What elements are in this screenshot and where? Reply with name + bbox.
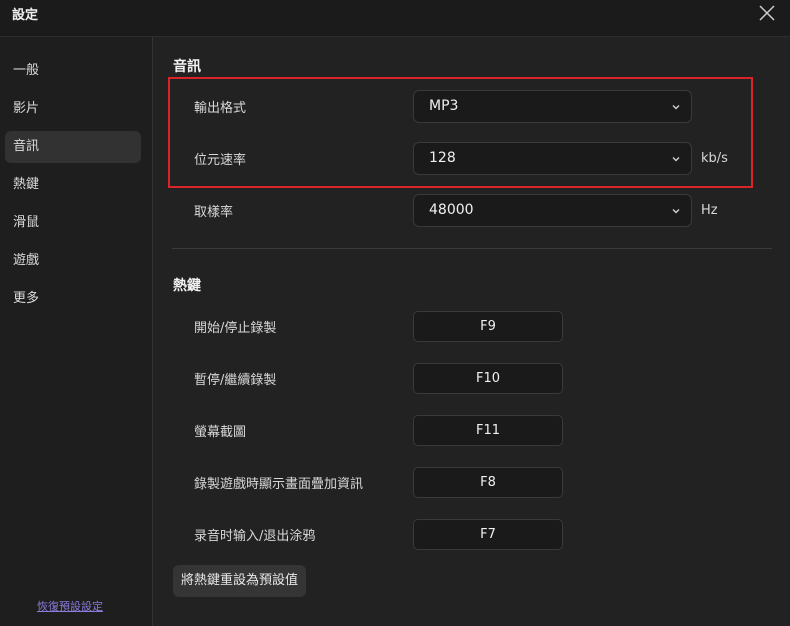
samplerate-value: 48000 xyxy=(429,202,474,218)
samplerate-label: 取樣率 xyxy=(194,205,234,220)
hotkey-label-doodle: 录音时输入/退出涂鸦 xyxy=(194,529,316,544)
chevron-down-icon xyxy=(672,209,680,214)
sidebar-item-general[interactable]: 一般 xyxy=(5,55,141,87)
samplerate-unit: Hz xyxy=(701,203,718,218)
hotkey-field-pause-resume[interactable]: F10 xyxy=(413,363,563,394)
close-icon[interactable] xyxy=(758,4,776,22)
hotkey-field-doodle[interactable]: F7 xyxy=(413,519,563,550)
window-title: 設定 xyxy=(12,8,39,23)
section-divider xyxy=(172,248,772,249)
settings-window: 設定 一般 影片 音訊 熱鍵 滑鼠 遊戲 更多 恢復預設設定 音訊 輸出格式 M… xyxy=(0,0,790,626)
samplerate-select[interactable]: 48000 xyxy=(413,194,692,227)
restore-defaults-link[interactable]: 恢復預設設定 xyxy=(37,598,103,614)
hotkey-field-overlay[interactable]: F8 xyxy=(413,467,563,498)
hotkey-field-start-stop[interactable]: F9 xyxy=(413,311,563,342)
hotkeys-section-title: 熱鍵 xyxy=(173,278,201,294)
sidebar-item-audio[interactable]: 音訊 xyxy=(5,131,141,163)
hotkey-label-start-stop: 開始/停止錄製 xyxy=(194,321,277,336)
bitrate-unit: kb/s xyxy=(701,151,728,166)
chevron-down-icon xyxy=(672,105,680,110)
output-format-value: MP3 xyxy=(429,98,459,114)
sidebar-item-hotkeys[interactable]: 熱鍵 xyxy=(5,169,141,201)
hotkey-field-screenshot[interactable]: F11 xyxy=(413,415,563,446)
sidebar: 一般 影片 音訊 熱鍵 滑鼠 遊戲 更多 恢復預設設定 xyxy=(0,37,153,626)
hotkey-label-screenshot: 螢幕截圖 xyxy=(194,425,247,440)
reset-hotkeys-button[interactable]: 將熱鍵重設為預設值 xyxy=(173,565,307,597)
hotkey-label-overlay: 錄製遊戲時顯示畫面疊加資訊 xyxy=(194,477,364,492)
bitrate-select[interactable]: 128 xyxy=(413,142,692,175)
chevron-down-icon xyxy=(672,157,680,162)
bitrate-value: 128 xyxy=(429,150,456,166)
sidebar-item-game[interactable]: 遊戲 xyxy=(5,245,141,277)
bitrate-label: 位元速率 xyxy=(194,153,247,168)
audio-section-title: 音訊 xyxy=(173,59,201,75)
settings-content: 音訊 輸出格式 MP3 位元速率 128 kb/s 取樣率 48000 Hz 熱… xyxy=(153,37,790,626)
sidebar-item-mouse[interactable]: 滑鼠 xyxy=(5,207,141,239)
output-format-label: 輸出格式 xyxy=(194,101,247,116)
title-bar: 設定 xyxy=(0,0,790,37)
hotkey-label-pause-resume: 暫停/繼續錄製 xyxy=(194,373,277,388)
sidebar-item-video[interactable]: 影片 xyxy=(5,93,141,125)
sidebar-item-more[interactable]: 更多 xyxy=(5,283,141,315)
output-format-select[interactable]: MP3 xyxy=(413,90,692,123)
